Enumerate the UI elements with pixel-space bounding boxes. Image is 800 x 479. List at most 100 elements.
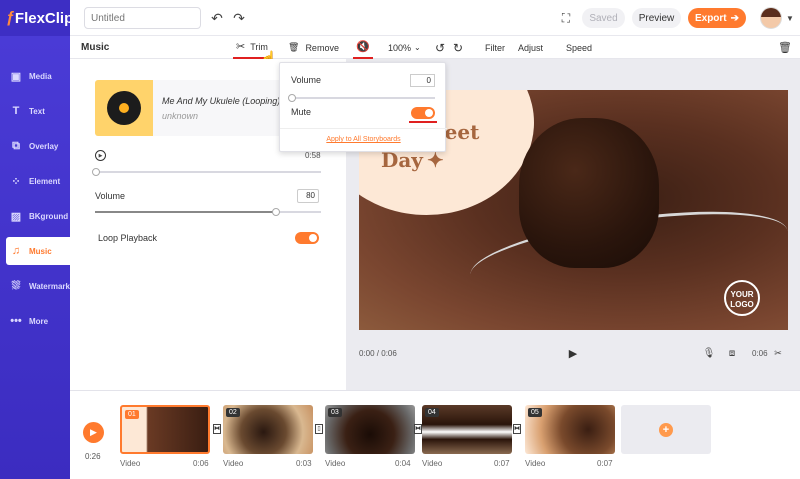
preview-total-time: 0:06 bbox=[752, 349, 768, 358]
preview-button[interactable]: Preview bbox=[632, 8, 681, 28]
remove-button[interactable]: 🗑 Remove bbox=[288, 36, 339, 59]
logo-text-line1: YOUR bbox=[730, 290, 754, 299]
clip-type: Video bbox=[525, 459, 546, 468]
arrow-right-icon: ➔ bbox=[730, 12, 740, 24]
storyboard-clip[interactable]: 02 bbox=[223, 405, 313, 454]
transition-icon[interactable]: ⧓ bbox=[213, 424, 221, 434]
export-label: Export bbox=[694, 12, 727, 24]
chevron-down-icon[interactable]: ▼ bbox=[785, 12, 795, 24]
apply-all-storyboards-link[interactable]: Apply to All Storyboards bbox=[280, 136, 447, 143]
mute-label: Mute bbox=[291, 107, 312, 117]
popup-volume-slider[interactable] bbox=[288, 94, 435, 102]
clip-number: 01 bbox=[125, 410, 139, 419]
preview-play-icon[interactable]: ▶ bbox=[566, 346, 580, 360]
rotate-left-icon[interactable]: ↺ bbox=[435, 36, 445, 59]
logo-text-main: Flex bbox=[14, 9, 45, 27]
redo-icon[interactable]: ↷ bbox=[230, 9, 248, 27]
popup-volume-knob[interactable] bbox=[288, 94, 296, 102]
volume-label: Volume bbox=[95, 191, 126, 201]
overlay-icon: ⧉ bbox=[12, 139, 20, 152]
user-avatar[interactable] bbox=[760, 7, 782, 29]
logo-placeholder: YOUR LOGO bbox=[724, 280, 760, 316]
clip-number: 05 bbox=[528, 408, 542, 417]
avatar-hair bbox=[761, 8, 781, 17]
project-title-input[interactable] bbox=[84, 7, 201, 29]
track-duration: 0:58 bbox=[305, 151, 321, 160]
sidebar-item-watermark[interactable]: ⛆ Watermark bbox=[0, 272, 70, 300]
timeline-total-time: 0:26 bbox=[85, 452, 101, 461]
clip-number: 02 bbox=[226, 408, 240, 417]
track-title: Me And My Ukulele (Looping) bbox=[162, 96, 281, 106]
track-progress-knob[interactable] bbox=[92, 168, 100, 176]
popup-divider bbox=[280, 128, 447, 129]
volume-value[interactable]: 80 bbox=[297, 189, 319, 203]
sidebar-item-label: BKground bbox=[29, 211, 69, 221]
transition-icon[interactable]: ▯ bbox=[315, 424, 323, 434]
rotate-right-icon[interactable]: ↻ bbox=[453, 36, 463, 59]
left-sidebar: ▣ Media T Text ⧉ Overlay ⁘ Element ▨ BKground… bbox=[0, 36, 70, 479]
mute-toggle-underline bbox=[409, 121, 437, 123]
speed-button[interactable]: Speed bbox=[566, 36, 592, 59]
fullscreen-icon[interactable]: ⛶ bbox=[557, 9, 575, 27]
clip-number: 04 bbox=[425, 408, 439, 417]
scissors-icon[interactable]: ✂ bbox=[772, 347, 784, 359]
track-thumbnail bbox=[95, 80, 153, 136]
popup-volume-label: Volume bbox=[291, 75, 322, 85]
loop-playback-toggle[interactable] bbox=[295, 232, 319, 244]
play-icon[interactable]: ▶ bbox=[95, 150, 106, 161]
timeline-play-button[interactable]: ▶ bbox=[83, 422, 104, 443]
volume-slider[interactable] bbox=[95, 208, 321, 216]
sidebar-item-music[interactable]: ♫ Music bbox=[6, 237, 70, 265]
mute-popup: Volume 0 Mute Apply to All Storyboards bbox=[279, 62, 447, 152]
edit-toolbar: Music ✂ Trim ☝ 🗑 Remove 🔇 100% ⌄ ↺ ↻ Filter… bbox=[70, 36, 800, 66]
vinyl-record-icon bbox=[107, 91, 141, 125]
watermark-icon: ⛆ bbox=[11, 279, 21, 292]
filter-button[interactable]: Filter bbox=[485, 36, 505, 59]
logo-text-line2: LOGO bbox=[730, 300, 754, 309]
sidebar-item-media[interactable]: ▣ Media bbox=[0, 62, 70, 90]
music-icon: ♫ bbox=[11, 245, 21, 257]
logo-text-accent: Clip bbox=[44, 9, 74, 27]
sidebar-item-bkground[interactable]: ▨ BKground bbox=[0, 202, 70, 230]
sidebar-item-element[interactable]: ⁘ Element bbox=[0, 167, 70, 195]
clip-duration: 0:06 bbox=[193, 459, 209, 468]
storyboard-clip[interactable]: 04 bbox=[422, 405, 512, 454]
more-icon: ••• bbox=[10, 315, 22, 327]
delete-icon[interactable]: 🗑 bbox=[778, 36, 792, 59]
transition-icon[interactable]: ⧓ bbox=[414, 424, 422, 434]
scissors-icon: ✂ bbox=[236, 41, 246, 53]
microphone-icon[interactable]: 🎙 bbox=[703, 347, 716, 359]
storyboard-clip[interactable]: 01 bbox=[120, 405, 210, 454]
track-progress-slider[interactable] bbox=[92, 168, 321, 176]
storyboard-clip[interactable]: 05 bbox=[525, 405, 615, 454]
add-clip-button[interactable]: + bbox=[621, 405, 711, 454]
clip-type: Video bbox=[422, 459, 443, 468]
sidebar-item-label: More bbox=[29, 316, 49, 326]
volume-knob[interactable] bbox=[272, 208, 280, 216]
split-icon[interactable]: ⧈ bbox=[726, 347, 738, 359]
mute-toggle[interactable] bbox=[411, 107, 435, 119]
sidebar-item-more[interactable]: ••• More bbox=[0, 307, 70, 335]
sidebar-item-label: Overlay bbox=[29, 141, 59, 151]
zoom-select[interactable]: 100% ⌄ bbox=[388, 36, 421, 59]
export-button[interactable]: Export ➔ bbox=[688, 8, 746, 28]
element-icon: ⁘ bbox=[11, 175, 21, 188]
mute-toggle-button[interactable]: 🔇 bbox=[353, 36, 373, 59]
sidebar-item-overlay[interactable]: ⧉ Overlay bbox=[0, 132, 70, 160]
flexclip-logo[interactable]: ƒ Flex Clip bbox=[0, 0, 74, 36]
undo-icon[interactable]: ↶ bbox=[208, 9, 226, 27]
sidebar-item-label: Element bbox=[29, 176, 61, 186]
media-icon: ▣ bbox=[10, 70, 22, 83]
storyboard-clip[interactable]: 03 bbox=[325, 405, 415, 454]
text-icon: T bbox=[12, 105, 20, 117]
timeline: ▶ 0:26 01 Video 0:06 ⧓ 02 Video 0:03 ▯ 0… bbox=[70, 390, 800, 479]
sidebar-item-text[interactable]: T Text bbox=[0, 97, 70, 125]
popup-volume-value[interactable]: 0 bbox=[410, 74, 435, 87]
adjust-button[interactable]: Adjust bbox=[518, 36, 543, 59]
remove-label: Remove bbox=[305, 42, 339, 53]
preview-time: 0:00 / 0:06 bbox=[359, 349, 397, 358]
speaker-mute-icon: 🔇 bbox=[356, 41, 370, 53]
cake-shape bbox=[519, 118, 659, 268]
transition-icon[interactable]: ⧓ bbox=[513, 424, 521, 434]
clip-duration: 0:03 bbox=[296, 459, 312, 468]
